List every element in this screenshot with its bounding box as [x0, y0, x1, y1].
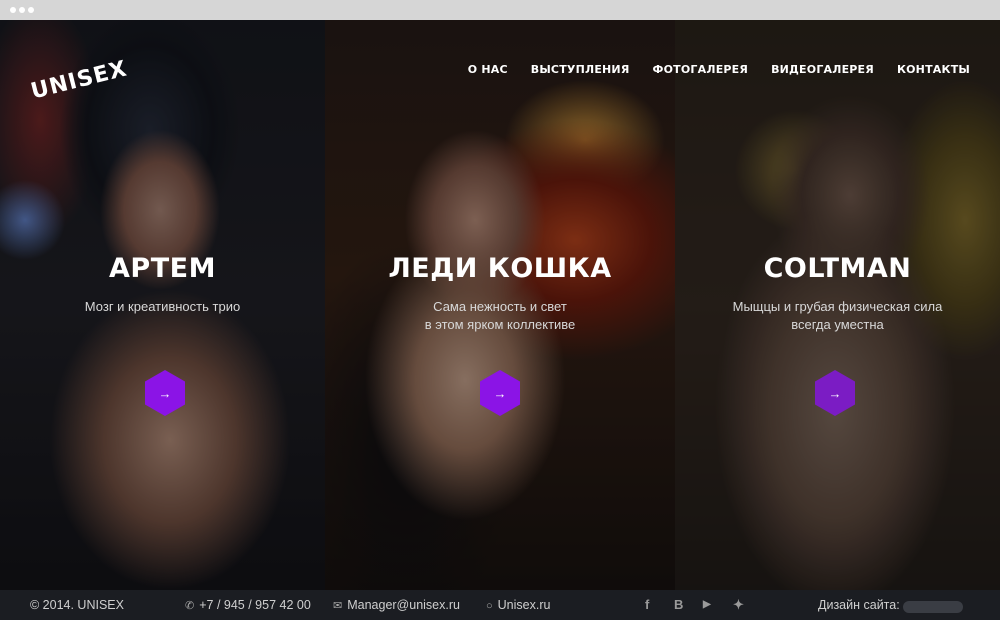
window-dot	[28, 7, 34, 13]
skype-link[interactable]: Unisex.ru	[498, 598, 551, 612]
footer: © 2014. UNISEX ✆ +7 / 945 / 957 42 00 ✉ Ma…	[0, 590, 1000, 620]
email-contact: ✉ Manager@unisex.ru	[333, 598, 460, 612]
nav-item-photo-gallery[interactable]: ФОТОГАЛЕРЕЯ	[653, 63, 749, 76]
description-line: Мозг и креативность трио	[84, 299, 241, 314]
performer-description: Мыщцы и грубая физическая сила всегда ум…	[675, 298, 1000, 334]
nav-item-performances[interactable]: ВЫСТУПЛЕНИЯ	[531, 63, 630, 76]
phone-number: +7 / 945 / 957 42 00	[199, 598, 311, 612]
vk-icon[interactable]: B	[674, 597, 683, 612]
performer-name: COLTMAN	[763, 253, 912, 284]
copyright: © 2014. UNISEX	[30, 598, 124, 612]
arrow-right-icon: →	[158, 385, 172, 401]
description-line: Сама нежность и свет	[433, 299, 567, 314]
skype-contact: ○ Unisex.ru	[486, 598, 550, 612]
performer-description: Мозг и креативность трио	[0, 298, 325, 316]
nav-item-about[interactable]: О НАС	[468, 63, 508, 76]
arrow-right-icon: →	[493, 385, 507, 401]
designer-logo[interactable]	[903, 599, 963, 613]
design-credit-label: Дизайн сайта:	[818, 598, 900, 612]
browser-chrome	[0, 0, 1000, 20]
email-link[interactable]: Manager@unisex.ru	[347, 598, 460, 612]
youtube-icon[interactable]: ▶	[703, 599, 711, 610]
window-dot	[19, 7, 25, 13]
phone-icon: ✆	[185, 600, 195, 612]
performer-name: ЛЕДИ КОШКА	[388, 253, 612, 284]
skype-icon: ○	[486, 600, 493, 612]
nav-item-video-gallery[interactable]: ВИДЕОГАЛЕРЕЯ	[771, 63, 874, 76]
phone-contact: ✆ +7 / 945 / 957 42 00	[185, 598, 311, 612]
description-line: в этом ярком коллективе	[424, 317, 576, 332]
nav-item-contacts[interactable]: КОНТАКТЫ	[897, 63, 970, 76]
main-nav: О НАС ВЫСТУПЛЕНИЯ ФОТОГАЛЕРЕЯ ВИДЕОГАЛЕР…	[445, 63, 970, 76]
performer-panel-2[interactable]: ЛЕДИ КОШКА Сама нежность и свет в этом я…	[325, 20, 675, 590]
performer-panel-1[interactable]: АРТЕМ Мозг и креативность трио →	[0, 20, 325, 590]
email-icon: ✉	[333, 600, 343, 612]
description-line: Мыщцы и грубая физическая сила	[732, 299, 943, 314]
performer-panel-3[interactable]: COLTMAN Мыщцы и грубая физическая сила в…	[675, 20, 1000, 590]
twitter-icon[interactable]: ✦	[733, 597, 744, 613]
description-line: всегда уместна	[791, 317, 884, 332]
window-dot	[10, 7, 16, 13]
facebook-icon[interactable]: f	[645, 597, 649, 612]
arrow-right-icon: →	[828, 385, 842, 401]
hero: АРТЕМ Мозг и креативность трио → ЛЕДИ КО…	[0, 20, 1000, 590]
performer-description: Сама нежность и свет в этом ярком коллек…	[325, 298, 675, 334]
performer-name: АРТЕМ	[109, 253, 216, 284]
